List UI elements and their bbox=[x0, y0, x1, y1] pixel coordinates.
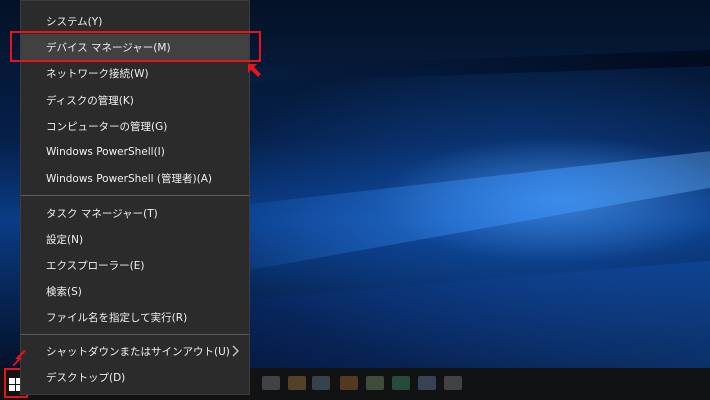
menu-item-label: システム(Y) bbox=[46, 15, 103, 28]
menu-item-label: コンピューターの管理(G) bbox=[46, 120, 168, 133]
menu-item-shutdown-signout[interactable]: シャットダウンまたはサインアウト(U) bbox=[21, 338, 249, 364]
menu-item-search[interactable]: 検索(S) bbox=[21, 278, 249, 304]
taskbar-app-icon[interactable] bbox=[340, 376, 358, 390]
menu-item-disk-management[interactable]: ディスクの管理(K) bbox=[21, 87, 249, 113]
menu-item-powershell[interactable]: Windows PowerShell(I) bbox=[21, 139, 249, 165]
device-manager-highlight bbox=[10, 31, 261, 62]
taskbar-app-icon[interactable] bbox=[392, 376, 410, 390]
menu-item-label: 設定(N) bbox=[46, 233, 84, 246]
menu-item-run[interactable]: ファイル名を指定して実行(R) bbox=[21, 304, 249, 330]
menu-item-label: ディスクの管理(K) bbox=[46, 94, 134, 107]
taskbar-app-icon[interactable] bbox=[418, 376, 436, 390]
menu-item-label: Windows PowerShell(I) bbox=[46, 146, 165, 158]
taskbar-app-icon[interactable] bbox=[312, 376, 330, 390]
menu-item-label: 検索(S) bbox=[46, 285, 82, 298]
menu-separator bbox=[21, 334, 249, 335]
wallpaper-light-beam bbox=[250, 49, 710, 83]
chevron-right-icon bbox=[232, 345, 239, 357]
menu-item-label: シャットダウンまたはサインアウト(U) bbox=[46, 345, 230, 358]
menu-item-label: Windows PowerShell (管理者)(A) bbox=[46, 172, 212, 185]
menu-item-label: デスクトップ(D) bbox=[46, 371, 126, 384]
taskbar-app-icon[interactable] bbox=[288, 376, 306, 390]
menu-item-settings[interactable]: 設定(N) bbox=[21, 226, 249, 252]
taskbar-app-icon[interactable] bbox=[262, 376, 280, 390]
menu-item-computer-management[interactable]: コンピューターの管理(G) bbox=[21, 113, 249, 139]
taskbar-app-icon[interactable] bbox=[366, 376, 384, 390]
menu-item-network-connections[interactable]: ネットワーク接続(W) bbox=[21, 60, 249, 86]
wallpaper-light-beam bbox=[250, 260, 710, 370]
taskbar-app-icon[interactable] bbox=[444, 376, 462, 390]
menu-item-label: ネットワーク接続(W) bbox=[46, 67, 149, 80]
wallpaper-light-beam bbox=[250, 150, 710, 270]
menu-item-task-manager[interactable]: タスク マネージャー(T) bbox=[21, 200, 249, 226]
menu-item-label: エクスプローラー(E) bbox=[46, 259, 145, 272]
menu-item-powershell-admin[interactable]: Windows PowerShell (管理者)(A) bbox=[21, 165, 249, 191]
red-arrow-icon bbox=[248, 64, 261, 77]
red-arrow-icon bbox=[12, 350, 26, 366]
menu-item-label: ファイル名を指定して実行(R) bbox=[46, 311, 188, 324]
menu-item-explorer[interactable]: エクスプローラー(E) bbox=[21, 252, 249, 278]
menu-item-label: タスク マネージャー(T) bbox=[46, 207, 158, 220]
menu-separator bbox=[21, 195, 249, 196]
menu-item-desktop[interactable]: デスクトップ(D) bbox=[21, 364, 249, 390]
